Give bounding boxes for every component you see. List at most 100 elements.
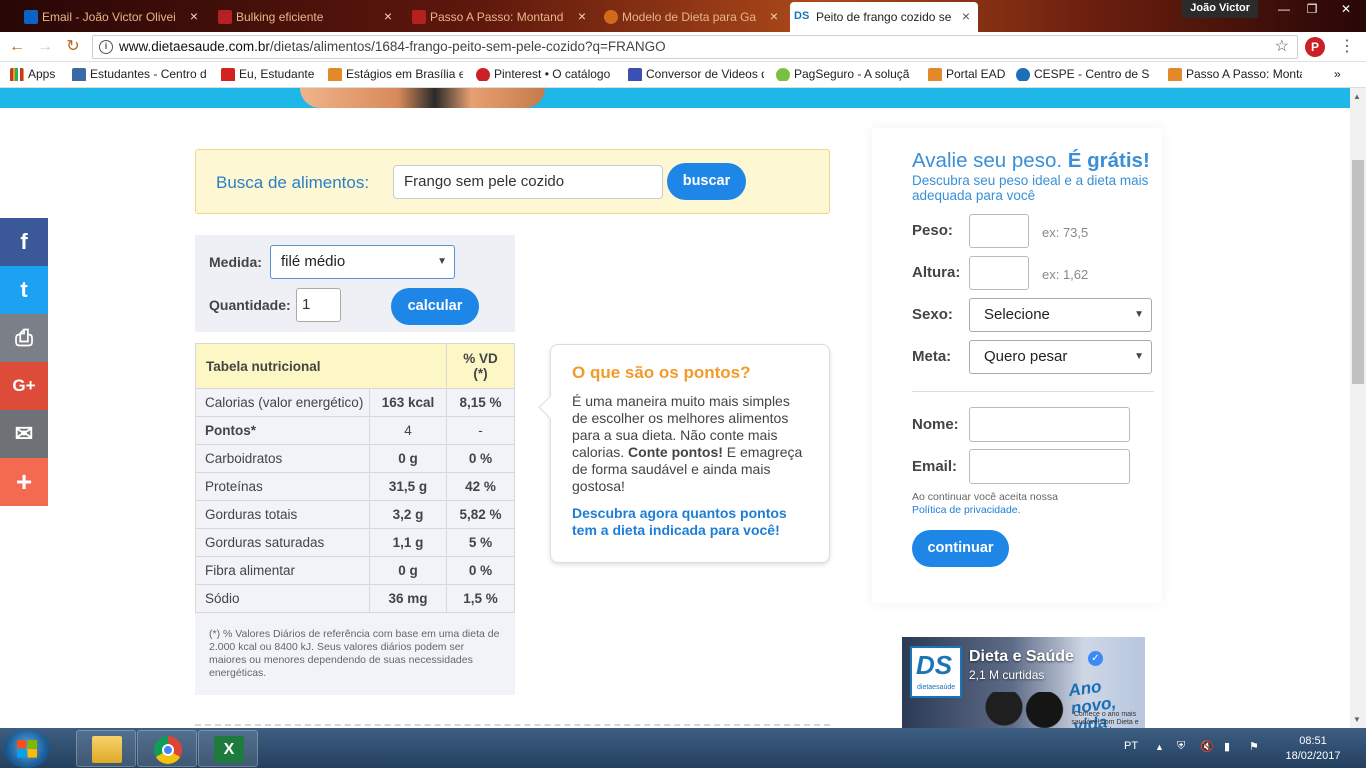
menu-icon[interactable]: ⋮ [1336, 37, 1358, 57]
restore-icon[interactable]: ❐ [1298, 0, 1326, 18]
volume-icon[interactable]: 🔇 [1200, 740, 1214, 753]
bookmark-label: Estudantes - Centro d [90, 67, 207, 81]
fb-likes: 2,1 M curtidas [969, 668, 1045, 682]
taskbar-chrome[interactable] [137, 730, 197, 767]
system-clock[interactable]: 08:51 18/02/2017 [1278, 734, 1348, 764]
tab-passo-a-passo[interactable]: Passo A Passo: Montand × [408, 2, 594, 32]
close-tab-icon[interactable]: × [384, 8, 392, 24]
tab-email[interactable]: Email - João Victor Olivei × [20, 2, 206, 32]
title-bold: É grátis! [1067, 149, 1150, 172]
twitter-icon: t [20, 277, 28, 302]
table-row: Pontos* 4- [195, 416, 515, 445]
network-icon[interactable]: ▮ [1224, 740, 1230, 753]
taskbar-explorer[interactable] [76, 730, 136, 767]
print-button[interactable]: ⎙ [0, 314, 48, 362]
close-window-icon[interactable]: ✕ [1332, 0, 1360, 18]
nutrient-pct: 8,15 % [446, 388, 515, 417]
nutrient-pct: 5,82 % [446, 500, 515, 529]
form-divider [912, 391, 1154, 392]
google-plus-share-button[interactable]: G+ [0, 362, 48, 410]
bookmark-cespe[interactable]: CESPE - Centro de Sel [1016, 67, 1150, 81]
address-bar[interactable]: i www.dietaesaude.com.br/dietas/alimento… [92, 35, 1298, 59]
scroll-down-icon[interactable]: ▼ [1353, 715, 1361, 724]
nutrient-name: Pontos* [195, 416, 370, 445]
back-icon[interactable]: ← [6, 37, 28, 57]
bookmark-eu-estudante[interactable]: Eu, Estudante [221, 67, 317, 81]
meta-select[interactable]: Quero pesar ▼ [969, 340, 1152, 374]
nutrient-value: 3,2 g [369, 500, 447, 529]
twitter-share-button[interactable]: t [0, 266, 48, 314]
nutrient-pct: 42 % [446, 472, 515, 501]
close-tab-icon[interactable]: × [578, 8, 586, 24]
site-favicon-icon [72, 68, 86, 81]
chrome-icon [154, 736, 182, 764]
more-bookmarks-button[interactable]: » [1334, 67, 1350, 81]
nutrient-value: 0 g [369, 556, 447, 585]
security-icon[interactable]: ⛨ [1177, 740, 1185, 753]
info-icon[interactable]: i [99, 40, 113, 54]
reload-icon[interactable]: ↻ [62, 37, 84, 57]
minimize-icon[interactable]: — [1270, 0, 1298, 18]
scroll-up-icon[interactable]: ▲ [1353, 92, 1361, 101]
new-tab-button[interactable] [984, 2, 1014, 32]
folder-icon [92, 736, 122, 763]
facebook-page-widget[interactable]: DS dietaesaúde Dieta e Saúde ✓ 2,1 M cur… [902, 637, 1145, 728]
bookmark-label: PagSeguro - A soluçã [794, 67, 910, 81]
bookmark-estagios[interactable]: Estágios em Brasília e [328, 67, 463, 81]
privacy-link[interactable]: Política de privacidade [912, 504, 1018, 516]
email-input[interactable] [969, 449, 1130, 484]
bookmark-pagseguro[interactable]: PagSeguro - A soluçã [776, 67, 912, 81]
language-indicator[interactable]: PT [1124, 740, 1138, 752]
page-icon [1168, 68, 1182, 81]
bookmark-portal-ead[interactable]: Portal EAD [928, 67, 1008, 81]
bookmark-apps[interactable]: Apps [10, 67, 65, 81]
close-tab-icon[interactable]: × [770, 8, 778, 24]
continuar-button[interactable]: continuar [912, 530, 1009, 567]
email-share-button[interactable]: ✉ [0, 410, 48, 458]
clock-time: 08:51 [1299, 735, 1327, 747]
start-button[interactable] [4, 730, 50, 768]
page-scrollbar[interactable]: ▲ ▼ [1350, 88, 1366, 728]
nome-input[interactable] [969, 407, 1130, 442]
peso-input[interactable] [969, 214, 1029, 248]
taskbar-excel[interactable]: X [198, 730, 258, 767]
forward-icon[interactable]: → [34, 37, 56, 57]
quantidade-input[interactable]: 1 [296, 288, 341, 322]
bookmark-star-icon[interactable]: ☆ [1275, 36, 1289, 58]
show-hidden-icons[interactable]: ▲ [1155, 742, 1164, 752]
scrollbar-thumb[interactable] [1352, 160, 1364, 384]
more-share-button[interactable]: + [0, 458, 48, 506]
pinterest-extension-icon[interactable]: P [1305, 37, 1325, 57]
search-button[interactable]: buscar [667, 163, 746, 200]
close-tab-icon[interactable]: × [190, 8, 198, 24]
nutrient-name: Calorias (valor energético) [195, 388, 370, 417]
nutrition-footnote: (*) % Valores Diários de referência com … [209, 628, 500, 679]
tab-label: Modelo de Dieta para Ga [622, 10, 757, 24]
bookmark-estudantes[interactable]: Estudantes - Centro d [72, 67, 208, 81]
promo-photo [977, 692, 1067, 728]
tab-modelo-dieta[interactable]: Modelo de Dieta para Ga × [600, 2, 786, 32]
altura-input[interactable] [969, 256, 1029, 290]
table-row: Gorduras totais 3,2 g 5,82 % [195, 500, 515, 529]
bookmark-conversor[interactable]: Conversor de Videos d [628, 67, 764, 81]
calcular-button[interactable]: calcular [391, 288, 479, 325]
medida-select[interactable]: filé médio ▼ [270, 245, 455, 279]
points-link[interactable]: Descubra agora quantos pontos tem a diet… [572, 505, 809, 539]
tab-bulking[interactable]: Bulking eficiente × [214, 2, 400, 32]
bookmark-passo-a-passo[interactable]: Passo A Passo: Monta [1168, 67, 1302, 81]
nutrient-value: 4 [369, 416, 447, 445]
search-input[interactable]: Frango sem pele cozido [393, 165, 663, 199]
weight-form-title: Avalie seu peso. É grátis! [912, 149, 1150, 173]
tab-peito-de-frango[interactable]: DS Peito de frango cozido se × [790, 2, 978, 32]
sexo-select[interactable]: Selecione ▼ [969, 298, 1152, 332]
chevron-down-icon: ▼ [1134, 309, 1144, 320]
flag-icon[interactable]: ⚑ [1249, 740, 1259, 753]
bookmark-pinterest[interactable]: Pinterest • O catálogo [476, 67, 614, 81]
site-favicon-icon [218, 10, 232, 24]
nome-label: Nome: [912, 416, 959, 433]
profile-button[interactable]: João Victor [1182, 0, 1258, 18]
facebook-share-button[interactable]: f [0, 218, 48, 266]
close-tab-icon[interactable]: × [962, 8, 970, 24]
medida-label: Medida: [209, 254, 262, 270]
chevron-down-icon: ▼ [437, 256, 447, 267]
